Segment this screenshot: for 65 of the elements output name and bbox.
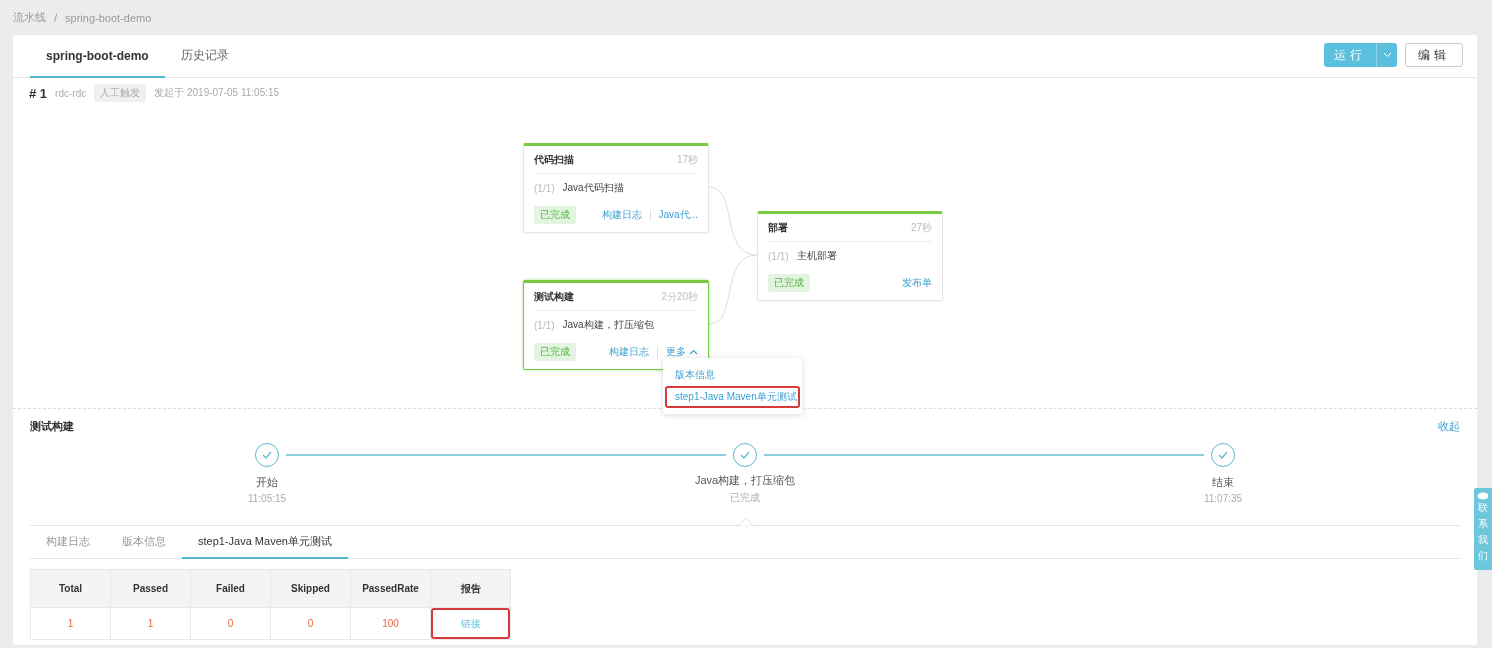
contact-tab[interactable]: 联系我们 <box>1474 488 1492 570</box>
check-icon <box>262 451 272 459</box>
task-name: 主机部署 <box>796 249 837 263</box>
status-tag: 已完成 <box>534 343 576 361</box>
breadcrumb-separator: / <box>54 11 58 24</box>
edit-button[interactable]: 编辑 <box>1405 43 1463 67</box>
stage-title: 代码扫描 <box>534 152 574 167</box>
breadcrumb-item[interactable]: spring-boot-demo <box>65 11 152 24</box>
report-link[interactable]: 链接 <box>431 608 510 639</box>
tab[interactable]: spring-boot-demo <box>30 35 165 78</box>
run-button[interactable]: 运行 <box>1324 43 1397 67</box>
collapse-link[interactable]: 收起 <box>1438 418 1460 434</box>
tab[interactable]: step1-Java Maven单元测试 <box>182 526 348 559</box>
caret-icon[interactable] <box>1382 52 1392 58</box>
connector-line <box>708 186 758 256</box>
menu-item[interactable]: step1-Java Maven单元测试 <box>665 386 800 408</box>
column-header: Failed <box>190 569 271 608</box>
task-index: (1/1) <box>534 319 555 331</box>
tab[interactable]: 版本信息 <box>106 526 182 559</box>
stage-link[interactable]: 构建日志 <box>609 345 649 359</box>
column-header: PassedRate <box>350 569 431 608</box>
section-title: 测试构建 <box>30 418 74 434</box>
column-header: Skipped <box>270 569 351 608</box>
table-cell: 0 <box>270 607 351 640</box>
task-name: Java代码扫描 <box>562 181 624 195</box>
step-detail: 已完成 <box>730 491 760 505</box>
stage-title: 测试构建 <box>534 289 574 304</box>
tab[interactable]: 历史记录 <box>164 35 245 78</box>
connector-line <box>708 254 758 325</box>
stage-duration: 17秒 <box>676 152 698 167</box>
step-name: Java构建，打压缩包 <box>694 473 796 488</box>
step-detail: 11:05:15 <box>247 492 287 504</box>
more-link[interactable]: 更多 <box>666 345 698 359</box>
stage-link[interactable]: 发布单 <box>902 276 932 290</box>
task-index: (1/1) <box>768 250 789 262</box>
column-header: Total <box>30 569 111 608</box>
table-cell: 1 <box>110 607 191 640</box>
task-index: (1/1) <box>534 182 555 194</box>
breadcrumb-item[interactable]: 流水线 <box>13 10 46 25</box>
tab[interactable]: 构建日志 <box>30 526 106 559</box>
start-time: 发起于 2019-07-05 11:05:15 <box>154 86 280 100</box>
table-cell: 100 <box>350 607 431 640</box>
stage-title: 部署 <box>768 220 788 235</box>
run-number: # 1 <box>29 85 48 101</box>
step-name: 结束 <box>1212 474 1234 490</box>
caret-icon <box>689 349 698 355</box>
stage-card[interactable]: 代码扫描 17秒 (1/1) Java代码扫描 已完成 构建日志 Java代... <box>523 143 709 233</box>
step-detail: 11:07:35 <box>1203 492 1243 504</box>
column-header: 报告 <box>430 569 511 608</box>
column-header: Passed <box>110 569 191 608</box>
stage-card[interactable]: 部署 27秒 (1/1) 主机部署 已完成 发布单 <box>757 211 943 301</box>
check-icon <box>1218 451 1228 459</box>
step-name: 开始 <box>256 474 278 490</box>
stage-duration: 27秒 <box>910 220 932 235</box>
table-cell: 0 <box>190 607 271 640</box>
task-name: Java构建，打压缩包 <box>562 318 654 332</box>
stage-link[interactable]: 构建日志 <box>601 208 642 222</box>
check-icon <box>740 451 750 459</box>
status-tag: 已完成 <box>534 206 576 224</box>
run-user: rdc-rdc <box>55 87 87 99</box>
stage-link[interactable]: Java代... <box>658 208 698 222</box>
table-cell: 1 <box>30 607 111 640</box>
chat-icon <box>1477 492 1489 500</box>
status-tag: 已完成 <box>768 274 810 292</box>
trigger-tag: 人工触发 <box>94 84 147 102</box>
